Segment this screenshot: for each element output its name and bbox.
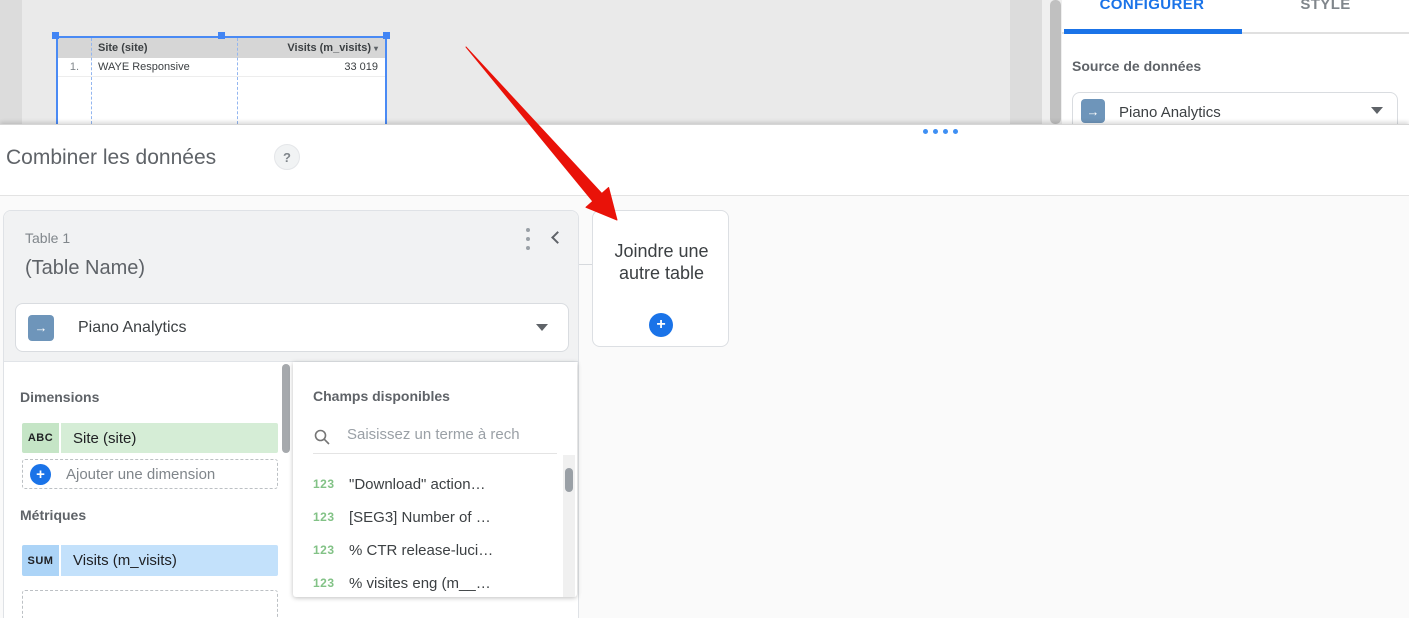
search-icon: [314, 429, 330, 445]
available-fields-panel: Champs disponibles 123 "Download" action…: [293, 362, 577, 597]
table-card-menu-icon[interactable]: [526, 228, 530, 250]
chevron-down-icon: [1371, 107, 1383, 114]
dimension-chip[interactable]: ABC Site (site): [22, 423, 278, 453]
blend-title: Combiner les données: [6, 146, 216, 170]
data-source-label: Source de données: [1072, 58, 1201, 74]
dimension-type-badge: ABC: [22, 423, 59, 453]
field-list-item[interactable]: 123 [SEG3] Number of …: [313, 507, 553, 527]
search-input[interactable]: [347, 426, 553, 443]
numeric-type-icon: 123: [313, 576, 349, 590]
canvas-scrollbar-thumb[interactable]: [1050, 0, 1061, 124]
metrics-label: Métriques: [20, 507, 86, 523]
report-table-chart[interactable]: Site (site) Visits (m_visits)▾ 1. WAYE R…: [56, 36, 387, 124]
dimensions-label: Dimensions: [20, 389, 99, 405]
column-guide: [237, 38, 238, 124]
table-card-subtitle: Table 1: [25, 230, 70, 246]
field-list-item[interactable]: 123 % CTR release-luci…: [313, 540, 553, 560]
join-another-table-card[interactable]: Joindre une autre table +: [592, 210, 729, 347]
selection-handle[interactable]: [218, 32, 225, 39]
metric-chip-label: Visits (m_visits): [61, 545, 278, 576]
sort-desc-icon: ▾: [374, 44, 378, 53]
metric-chip[interactable]: SUM Visits (m_visits): [22, 545, 278, 576]
numeric-type-icon: 123: [313, 477, 349, 491]
table-card-name[interactable]: (Table Name): [25, 257, 145, 280]
piano-analytics-icon: →: [1081, 99, 1105, 123]
table-row: 1. WAYE Responsive 33 019: [58, 58, 385, 77]
plus-icon: +: [30, 464, 51, 485]
active-tab-underline: [1064, 29, 1242, 34]
metric-type-badge: SUM: [22, 545, 59, 576]
row-index: 1.: [58, 61, 91, 73]
panel-drag-handle-icon[interactable]: [923, 129, 963, 135]
field-list-item[interactable]: 123 % visites eng (m__…: [313, 573, 553, 593]
screenshot-root: Site (site) Visits (m_visits)▾ 1. WAYE R…: [0, 0, 1409, 618]
selection-handle[interactable]: [383, 32, 390, 39]
field-list-item[interactable]: 123 "Download" action…: [313, 474, 553, 494]
chevron-down-icon: [536, 324, 548, 331]
table-header-site[interactable]: Site (site): [91, 42, 237, 54]
join-connector: [579, 264, 592, 265]
add-dimension-label: Ajouter une dimension: [66, 466, 215, 483]
search-underline: [313, 453, 557, 454]
collapse-chevron-icon[interactable]: [551, 231, 564, 244]
dimension-chip-label: Site (site): [61, 423, 278, 453]
table-header-visits[interactable]: Visits (m_visits)▾: [237, 42, 385, 54]
available-fields-title: Champs disponibles: [313, 388, 450, 404]
fields-scrollbar-thumb[interactable]: [565, 468, 573, 492]
add-table-plus-button[interactable]: +: [649, 313, 673, 337]
join-card-label: Joindre une autre table: [593, 240, 730, 284]
row-site-value: WAYE Responsive: [91, 61, 237, 73]
table-source-select[interactable]: → Piano Analytics: [15, 303, 569, 352]
fields-scrollbar[interactable]: [563, 455, 575, 597]
report-canvas: Site (site) Visits (m_visits)▾ 1. WAYE R…: [0, 0, 1062, 124]
properties-panel: CONFIGURER STYLE Source de données → Pia…: [1062, 0, 1409, 124]
selection-handle[interactable]: [52, 32, 59, 39]
table-card-header: Table 1 (Table Name) → Piano Analytics: [4, 211, 578, 362]
piano-analytics-icon: →: [28, 315, 54, 341]
tab-style[interactable]: STYLE: [1242, 0, 1409, 13]
add-metric-button[interactable]: [22, 590, 278, 618]
help-button[interactable]: ?: [274, 144, 300, 170]
canvas-scrollbar[interactable]: [1042, 0, 1062, 124]
row-visits-value: 33 019: [237, 61, 385, 73]
fields-column-scrollbar-thumb[interactable]: [282, 364, 290, 453]
numeric-type-icon: 123: [313, 510, 349, 524]
numeric-type-icon: 123: [313, 543, 349, 557]
tab-configure[interactable]: CONFIGURER: [1062, 0, 1242, 13]
add-dimension-button[interactable]: + Ajouter une dimension: [22, 459, 278, 489]
data-source-value: Piano Analytics: [1119, 104, 1221, 121]
column-guide: [91, 38, 92, 124]
table-source-value: Piano Analytics: [78, 319, 187, 337]
table-header-row: Site (site) Visits (m_visits)▾: [58, 38, 385, 58]
